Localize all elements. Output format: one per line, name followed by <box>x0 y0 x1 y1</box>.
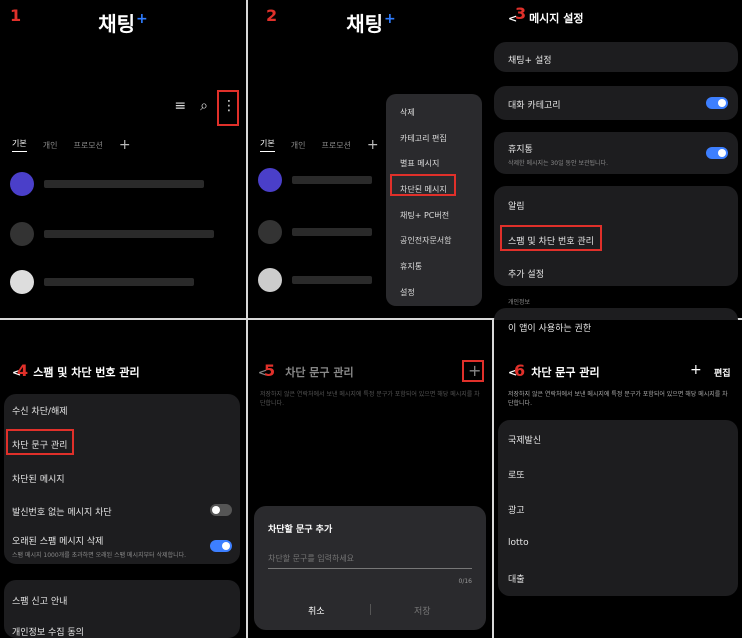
app-permissions[interactable]: 이 앱이 사용하는 권한 <box>508 321 591 334</box>
avatar <box>10 222 34 246</box>
blurred-preview <box>292 228 372 236</box>
blurred-preview <box>292 176 372 184</box>
phrase-item[interactable]: 로또 <box>508 468 525 481</box>
delete-old-spam-toggle[interactable] <box>210 540 232 552</box>
avatar <box>258 268 282 292</box>
chat-row[interactable] <box>10 172 204 196</box>
privacy-consent[interactable]: 개인정보 수집 동의 <box>12 625 84 638</box>
divider <box>370 604 371 615</box>
step-number: 2 <box>266 6 278 25</box>
block-unknown-sender[interactable]: 발신번호 없는 메시지 차단 <box>12 505 112 518</box>
avatar <box>10 270 34 294</box>
avatar <box>258 220 282 244</box>
highlight-box <box>390 174 456 196</box>
avatar <box>10 172 34 196</box>
chat-row[interactable] <box>10 270 194 294</box>
add-tab-button[interactable]: + <box>119 137 131 153</box>
chat-row[interactable] <box>258 220 372 244</box>
blurred-preview <box>44 230 214 238</box>
phrase-input[interactable] <box>268 550 472 566</box>
blurred-preview <box>44 278 194 286</box>
description-text: 저장하지 않은 연락처에서 보낸 메시지에 특정 문구가 포함되어 있으면 해당… <box>260 391 480 407</box>
menu-item-settings[interactable]: 설정 <box>386 280 482 306</box>
notifications-setting[interactable]: 알림 <box>508 199 525 212</box>
edit-button[interactable]: 편집 <box>714 366 731 379</box>
conversation-category-toggle[interactable] <box>706 97 728 109</box>
phrase-item[interactable]: 대출 <box>508 572 525 585</box>
step-number: 5 <box>264 361 276 380</box>
description-text: 저장하지 않은 연락처에서 보낸 메시지에 특정 문구가 포함되어 있으면 해당… <box>508 391 728 407</box>
input-underline <box>268 568 472 569</box>
tab-basic[interactable]: 기본 <box>260 138 275 152</box>
delete-old-spam[interactable]: 오래된 스팸 메시지 삭제 스팸 메시지 1000개를 초과하면 오래된 스팸 메… <box>12 534 186 559</box>
chat-row[interactable] <box>258 168 372 192</box>
overflow-menu: 삭제 카테고리 편집 별표 메시지 차단된 메시지 채팅+ PC버전 공인전자문… <box>386 94 482 306</box>
highlight-box <box>217 90 239 126</box>
panel-chat-list: 채팅+ ≡ ⌕ ⋮ 기본 개인 프로모션 + <box>0 0 246 318</box>
phrase-item[interactable]: 국제발신 <box>508 433 541 446</box>
more-settings[interactable]: 추가 설정 <box>508 267 544 280</box>
app-title: 채팅+ <box>98 11 148 36</box>
cancel-button[interactable]: 취소 <box>308 604 325 617</box>
spam-report-guide[interactable]: 스팸 신고 안내 <box>12 594 67 607</box>
tab-bar: 기본 개인 프로모션 + <box>260 137 379 153</box>
menu-item-e-documents[interactable]: 공인전자문서함 <box>386 228 482 254</box>
chat-plus-settings[interactable]: 채팅+ 설정 <box>508 53 552 66</box>
blurred-preview <box>44 180 204 188</box>
avatar <box>258 168 282 192</box>
highlight-box <box>6 429 74 455</box>
app-title: 채팅+ <box>346 11 396 36</box>
menu-item-trash[interactable]: 휴지통 <box>386 254 482 280</box>
chat-row[interactable] <box>258 268 372 292</box>
tab-basic[interactable]: 기본 <box>12 138 27 152</box>
sort-icon[interactable]: ≡ <box>174 98 186 114</box>
blocked-messages[interactable]: 차단된 메시지 <box>12 472 65 485</box>
tab-personal[interactable]: 개인 <box>43 140 58 151</box>
highlight-box <box>462 360 484 382</box>
tab-personal[interactable]: 개인 <box>291 140 306 151</box>
block-unknown-sender-toggle[interactable] <box>210 504 232 516</box>
menu-item-pc-version[interactable]: 채팅+ PC버전 <box>386 203 482 229</box>
chat-row[interactable] <box>10 222 214 246</box>
block-unblock-numbers[interactable]: 수신 차단/해제 <box>12 404 68 417</box>
settings-card <box>494 308 738 320</box>
menu-item-edit-category[interactable]: 카테고리 편집 <box>386 126 482 152</box>
step-number: 6 <box>514 361 526 380</box>
add-icon[interactable]: + <box>690 362 702 378</box>
search-icon[interactable]: ⌕ <box>200 98 208 114</box>
save-button[interactable]: 저장 <box>414 604 431 617</box>
tab-bar: 기본 개인 프로모션 + <box>12 137 131 153</box>
conversation-category[interactable]: 대화 카테고리 <box>508 98 561 111</box>
phrase-item[interactable]: 광고 <box>508 503 525 516</box>
phrase-list <box>498 420 738 596</box>
phrase-item[interactable]: lotto <box>508 538 529 548</box>
trash-toggle[interactable] <box>706 147 728 159</box>
page-title: < 스팸 및 차단 번호 관리 <box>12 366 140 379</box>
step-number: 1 <box>10 6 22 25</box>
menu-item-delete[interactable]: 삭제 <box>386 100 482 126</box>
trash-setting[interactable]: 휴지통 삭제한 메시지는 30일 동안 보관됩니다. <box>508 142 608 167</box>
step-number: 3 <box>515 4 527 23</box>
add-tab-button[interactable]: + <box>367 137 379 153</box>
section-label: 개인정보 <box>508 299 531 306</box>
tab-promotion[interactable]: 프로모션 <box>321 140 350 151</box>
step-number: 4 <box>17 361 29 380</box>
tab-promotion[interactable]: 프로모션 <box>73 140 102 151</box>
blurred-preview <box>292 276 372 284</box>
highlight-box <box>500 225 602 251</box>
add-phrase-dialog: 차단할 문구 추가 0/16 취소 저장 <box>254 506 486 630</box>
char-counter: 0/16 <box>458 578 472 585</box>
dialog-title: 차단할 문구 추가 <box>268 525 333 535</box>
